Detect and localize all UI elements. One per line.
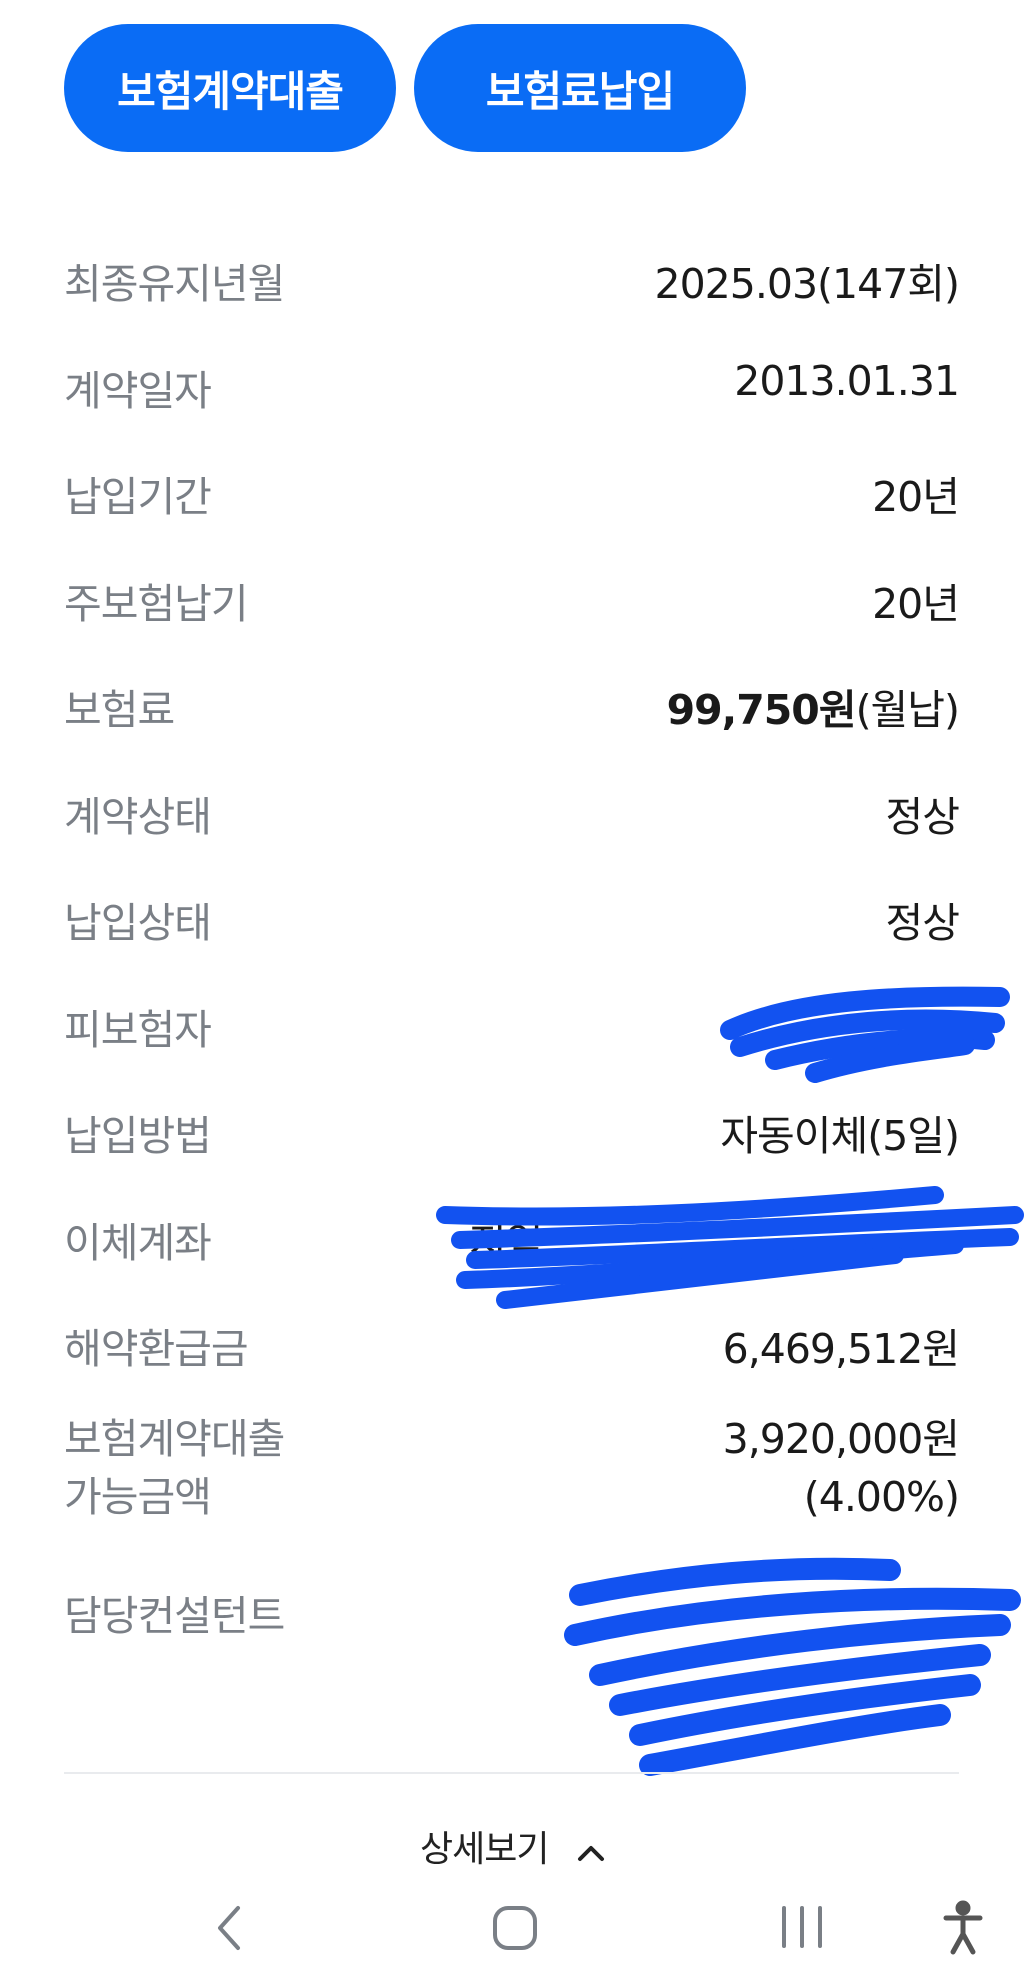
row-payment-method: 납입방법 자동이체(5일) xyxy=(64,1082,960,1189)
row-transfer-account: 이체계좌 지역 xyxy=(64,1189,959,1296)
contract-status-label: 계약상태 xyxy=(64,792,212,841)
contract-detail-list: 최종유지년월 2025.03(147회) 계약일자 2013.01.31 납입기… xyxy=(64,230,960,1712)
action-buttons: 보험계약대출 보험료납입 xyxy=(64,24,746,152)
row-payment-status: 납입상태 정상 xyxy=(64,869,960,976)
loan-available-value: 3,920,000원 (4.00%) xyxy=(722,1410,960,1526)
row-contract-status: 계약상태 정상 xyxy=(64,763,960,870)
insurance-loan-button[interactable]: 보험계약대출 xyxy=(64,24,396,152)
premium-value: 99,750원(월납) xyxy=(666,676,960,736)
contract-date-value: 2013.01.31 xyxy=(734,356,960,405)
chevron-up-icon xyxy=(577,1831,605,1872)
consultant-label: 담당컨설턴트 xyxy=(64,1591,285,1640)
transfer-account-label: 이체계좌 xyxy=(64,1218,212,1267)
insured-label: 피보험자 xyxy=(64,1005,212,1054)
detail-toggle-label: 상세보기 xyxy=(420,1829,549,1870)
surrender-label: 해약환급금 xyxy=(64,1325,249,1373)
premium-label: 보험료 xyxy=(64,686,175,734)
accessibility-icon[interactable] xyxy=(940,1900,986,1960)
row-consultant: 담당컨설턴트 xyxy=(64,1562,959,1712)
row-surrender-value: 해약환급금 6,469,512원 xyxy=(64,1295,960,1402)
premium-amount: 99,750원 xyxy=(666,686,857,734)
row-payment-period: 납입기간 20년 xyxy=(64,443,960,550)
row-premium: 보험료 99,750원(월납) xyxy=(64,656,960,763)
payment-status-value: 정상 xyxy=(885,899,960,947)
payment-method-label: 납입방법 xyxy=(64,1112,212,1160)
payment-status-label: 납입상태 xyxy=(64,899,212,947)
row-last-maintained: 최종유지년월 2025.03(147회) xyxy=(64,230,960,337)
contract-date-label: 계약일자 xyxy=(64,366,212,415)
premium-cycle: (월납) xyxy=(855,686,960,734)
loan-available-label: 보험계약대출가능금액 xyxy=(64,1410,285,1526)
main-payment-label: 주보험납기 xyxy=(64,579,249,628)
row-insured: 피보험자 xyxy=(64,976,959,1083)
last-maintained-label: 최종유지년월 xyxy=(64,260,285,308)
loan-available-amount: 3,920,000원 xyxy=(722,1414,960,1463)
row-contract-date: 계약일자 2013.01.31 xyxy=(64,337,960,444)
system-navigation-bar xyxy=(0,1880,1025,1984)
contract-status-value: 정상 xyxy=(885,792,960,841)
premium-payment-button[interactable]: 보험료납입 xyxy=(414,24,746,152)
transfer-account-value: 지역 xyxy=(469,1218,543,1267)
list-divider xyxy=(64,1772,959,1774)
row-main-payment: 주보험납기 20년 xyxy=(64,550,960,657)
recents-icon[interactable] xyxy=(778,1900,828,1960)
surrender-value: 6,469,512원 xyxy=(722,1325,960,1373)
detail-toggle[interactable]: 상세보기 xyxy=(0,1820,1025,1872)
payment-period-label: 납입기간 xyxy=(64,473,212,521)
back-icon[interactable] xyxy=(208,1898,248,1962)
home-icon[interactable] xyxy=(490,1900,540,1960)
loan-available-rate: (4.00%) xyxy=(803,1472,960,1521)
loan-available-label-line2: 가능금액 xyxy=(64,1472,212,1521)
payment-period-value: 20년 xyxy=(872,473,960,521)
last-maintained-value: 2025.03(147회) xyxy=(654,260,960,308)
payment-method-value: 자동이체(5일) xyxy=(720,1112,960,1160)
main-payment-value: 20년 xyxy=(872,579,960,628)
loan-available-label-line1: 보험계약대출 xyxy=(64,1414,285,1463)
row-loan-available: 보험계약대출가능금액 3,920,000원 (4.00%) xyxy=(64,1402,960,1562)
